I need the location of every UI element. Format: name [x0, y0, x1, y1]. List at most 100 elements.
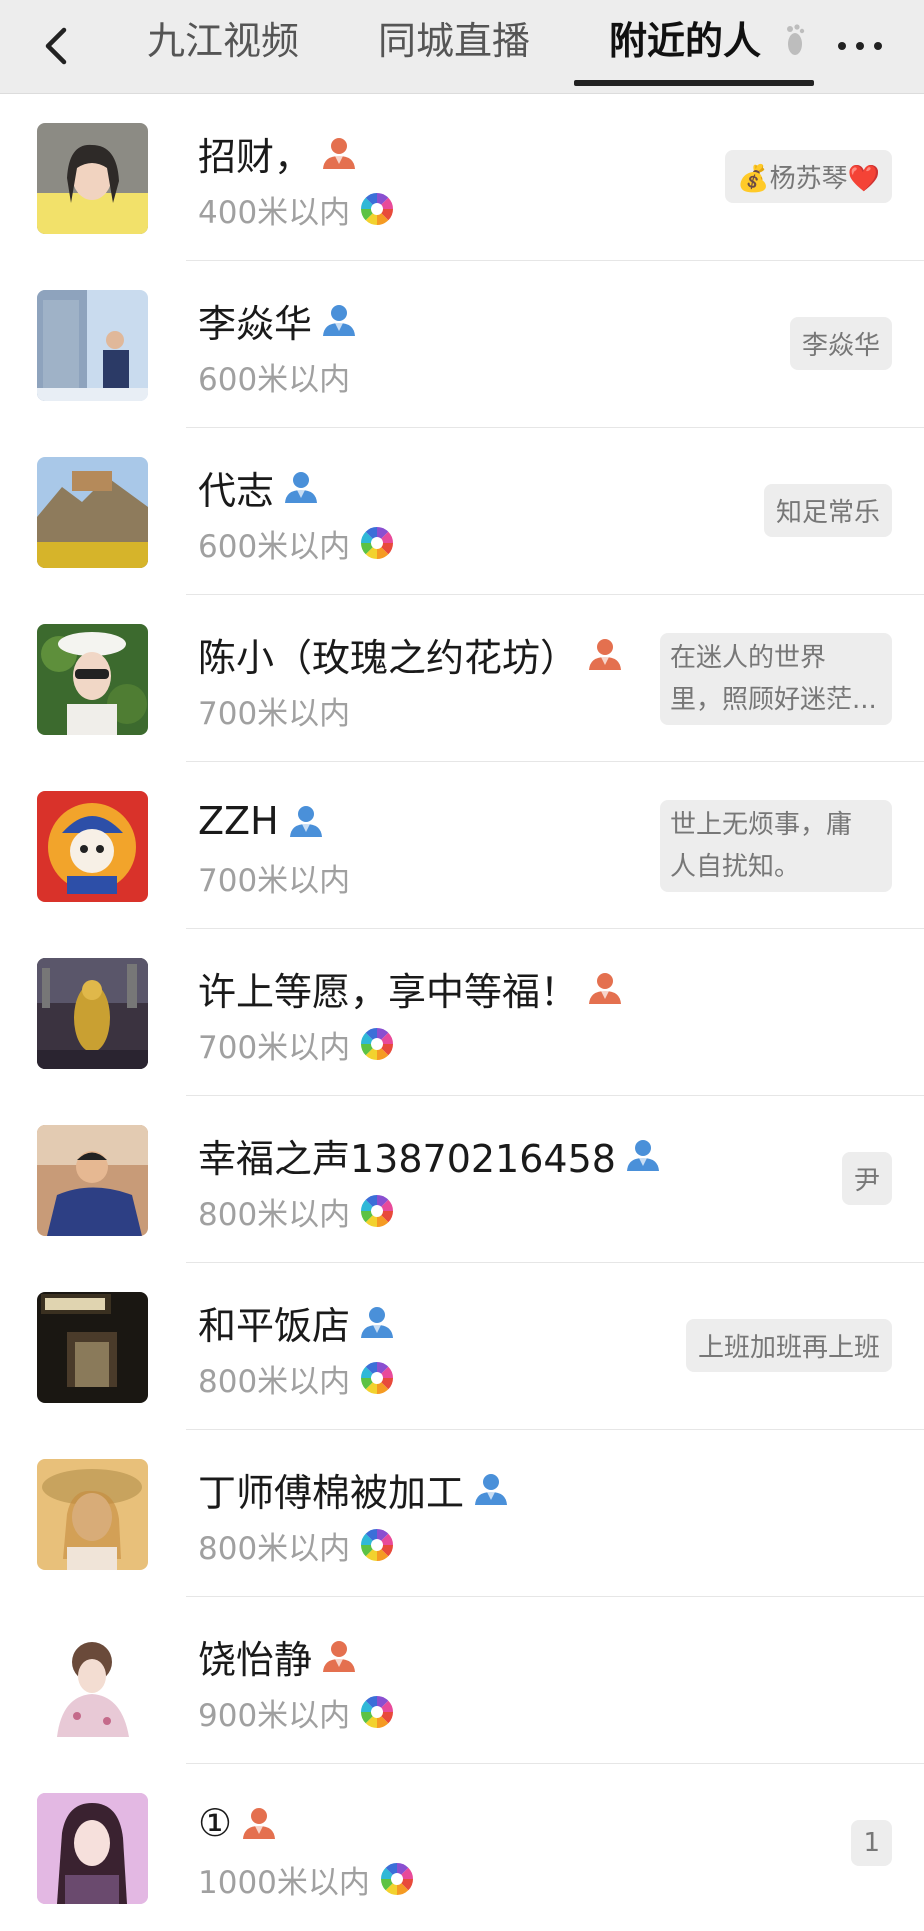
distance-text: 700米以内 [198, 1029, 351, 1066]
signature-line: 在迷人的世界 [670, 643, 827, 673]
moments-icon [360, 526, 394, 560]
distance-text: 700米以内 [198, 862, 351, 899]
person-row[interactable]: 饶怡静 900米以内 [0, 1597, 924, 1764]
distance-text: 800米以内 [198, 1196, 351, 1233]
person-row[interactable]: 许上等愿，享中等福！ 700米以内 [0, 929, 924, 1096]
signature-bubble: 尹 [841, 1152, 892, 1205]
top-navigation-bar: 九江视频 同城直播 附近的人 [0, 0, 924, 94]
distance-text: 600米以内 [198, 361, 351, 398]
person-name: 许上等愿，享中等福！ [198, 969, 579, 1014]
more-dot-icon [838, 42, 846, 50]
distance-line: 900米以内 [198, 1689, 394, 1735]
signature-bubble: 知足常乐 [763, 484, 892, 537]
avatar[interactable] [37, 1292, 148, 1403]
avatar[interactable] [37, 958, 148, 1069]
signature-bubble: 李焱华 [789, 317, 892, 370]
moments-icon [360, 1361, 394, 1395]
male-icon [624, 1136, 662, 1174]
distance-line: 800米以内 [198, 1188, 394, 1234]
distance-text: 1000米以内 [198, 1864, 370, 1901]
name-line: 陈小（玫瑰之约花坊） [198, 629, 624, 680]
moments-icon [360, 192, 394, 226]
signature-bubble: 1 [851, 1820, 892, 1866]
name-line: ZZH [198, 796, 325, 846]
more-dot-icon [856, 42, 864, 50]
signature-text: 上班加班再上班 [697, 1333, 880, 1363]
person-name: 饶怡静 [198, 1637, 313, 1682]
moments-icon [380, 1862, 414, 1896]
active-tab-indicator [574, 80, 814, 86]
person-name: 招财， [198, 134, 313, 179]
avatar[interactable] [37, 791, 148, 902]
name-line: 许上等愿，享中等福！ [198, 963, 624, 1014]
avatar[interactable] [37, 457, 148, 568]
avatar[interactable] [37, 290, 148, 401]
distance-text: 800米以内 [198, 1530, 351, 1567]
person-name: 幸福之声13870216458 [198, 1136, 616, 1181]
person-row[interactable]: 幸福之声13870216458 800米以内 尹 [0, 1096, 924, 1263]
avatar[interactable] [37, 624, 148, 735]
tab-jiujiang-video[interactable]: 九江视频 [147, 0, 299, 94]
avatar[interactable] [37, 1125, 148, 1236]
male-icon [282, 468, 320, 506]
female-icon [320, 134, 358, 172]
female-icon [320, 1637, 358, 1675]
person-row[interactable]: 陈小（玫瑰之约花坊） 700米以内 在迷人的世界里，照顾好迷茫... [0, 595, 924, 762]
signature-line: 世上无烦事，庸 [670, 810, 853, 840]
chevron-left-icon [45, 27, 67, 65]
distance-line: 600米以内 [198, 520, 394, 566]
moments-icon [360, 1027, 394, 1061]
tab-local-live[interactable]: 同城直播 [378, 0, 530, 94]
person-row[interactable]: 和平饭店 800米以内 上班加班再上班 [0, 1263, 924, 1430]
person-name: ① [198, 1801, 233, 1845]
avatar[interactable] [37, 1793, 148, 1904]
signature-bubble: 上班加班再上班 [685, 1319, 892, 1372]
female-icon [586, 969, 624, 1007]
nearby-people-list: 招财， 400米以内 💰杨苏琴❤️ 李焱华 600米以内 李焱华 代志 600米以内 知足常乐陈… [0, 94, 924, 1931]
signature-text: 1 [863, 1828, 880, 1858]
distance-line: 800米以内 [198, 1522, 394, 1568]
more-options-button[interactable] [832, 22, 888, 72]
name-line: 幸福之声13870216458 [198, 1130, 662, 1181]
tab-people-nearby-label: 附近的人 [609, 19, 762, 63]
avatar[interactable] [37, 1459, 148, 1570]
distance-text: 800米以内 [198, 1363, 351, 1400]
signature-text: 知足常乐 [775, 498, 880, 528]
name-line: 和平饭店 [198, 1297, 396, 1348]
moments-icon [360, 1194, 394, 1228]
person-name: 代志 [198, 468, 275, 513]
person-row[interactable]: 代志 600米以内 知足常乐 [0, 428, 924, 595]
signature-text: 李焱华 [801, 331, 880, 361]
avatar[interactable] [37, 1626, 148, 1737]
distance-text: 900米以内 [198, 1697, 351, 1734]
signature-bubble: 💰杨苏琴❤️ [725, 150, 892, 203]
name-line: ① [198, 1798, 278, 1848]
distance-line: 700米以内 [198, 1021, 394, 1067]
male-icon [287, 802, 325, 840]
distance-line: 600米以内 [198, 353, 350, 399]
moments-icon [360, 1528, 394, 1562]
person-row[interactable]: 丁师傅棉被加工 800米以内 [0, 1430, 924, 1597]
person-name: 和平饭店 [198, 1303, 351, 1348]
signature-bubble: 世上无烦事，庸 人自扰知。 [660, 800, 892, 892]
person-row[interactable]: 招财， 400米以内 💰杨苏琴❤️ [0, 94, 924, 261]
distance-text: 700米以内 [198, 695, 351, 732]
name-line: 招财， [198, 128, 358, 179]
distance-text: 400米以内 [198, 194, 351, 231]
back-button[interactable] [30, 18, 86, 74]
person-name: 丁师傅棉被加工 [198, 1470, 465, 1515]
person-row[interactable]: ① 1000米以内 1 [0, 1764, 924, 1931]
person-row[interactable]: ZZH 700米以内 世上无烦事，庸 人自扰知。 [0, 762, 924, 929]
more-dot-icon [874, 42, 882, 50]
person-row[interactable]: 李焱华 600米以内 李焱华 [0, 261, 924, 428]
signature-line: 里，照顾好迷茫... [670, 685, 877, 715]
avatar[interactable] [37, 123, 148, 234]
name-line: 丁师傅棉被加工 [198, 1464, 510, 1515]
female-icon [586, 635, 624, 673]
distance-line: 800米以内 [198, 1355, 394, 1401]
male-icon [472, 1470, 510, 1508]
female-icon [240, 1804, 278, 1842]
signature-bubble: 在迷人的世界里，照顾好迷茫... [660, 633, 892, 725]
distance-text: 600米以内 [198, 528, 351, 565]
person-name: 陈小（玫瑰之约花坊） [198, 635, 579, 680]
